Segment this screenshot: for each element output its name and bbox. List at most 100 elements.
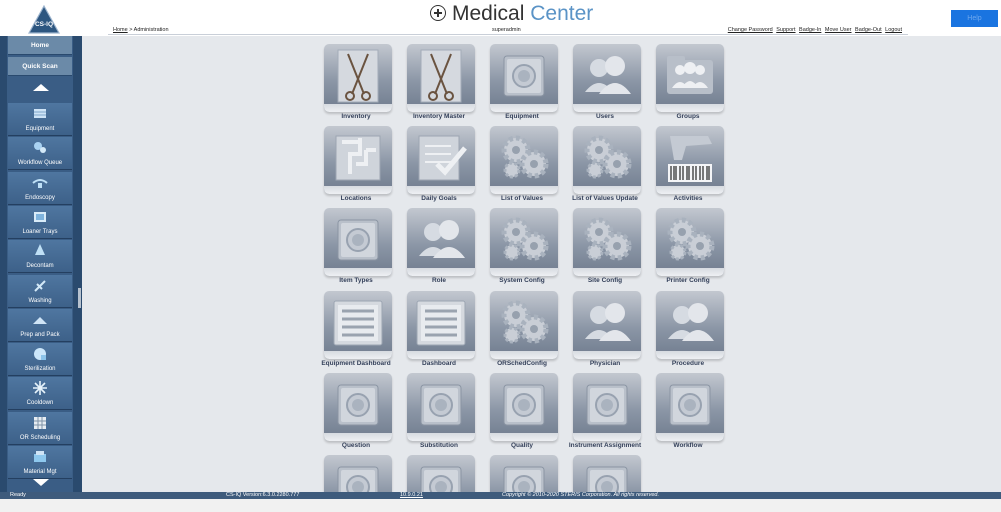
sidebar-item-label: Decontam <box>26 263 54 270</box>
safe-icon <box>586 384 628 426</box>
help-button[interactable]: Help <box>951 10 998 27</box>
tile-label: Printer Config <box>666 277 710 284</box>
tile-icon-box <box>573 208 641 276</box>
sidebar-item-label: Sterilization <box>24 366 56 373</box>
sidebar-item-label: Equipment <box>25 126 55 132</box>
app-title: Medical Center <box>430 2 593 26</box>
decontam-icon <box>35 244 45 256</box>
sidebar-item-cooldown[interactable]: Cooldown <box>8 377 72 411</box>
sidebar-item-material-mgt[interactable]: Material Mgt <box>8 446 72 479</box>
sidebar-item-equipment[interactable]: Equipment <box>8 103 72 136</box>
tile-inventory-master[interactable]: Inventory Master <box>398 44 480 124</box>
tile-groups[interactable]: Groups <box>647 44 729 124</box>
barcode-scanner-icon <box>668 136 712 182</box>
dashboard-icon <box>333 300 383 346</box>
sidebar-item-label: Washing <box>28 297 52 304</box>
or-scheduling-icon <box>34 416 46 429</box>
badge-out-link[interactable]: Badge-Out <box>855 27 882 33</box>
tile-procedure[interactable]: Procedure <box>647 291 729 371</box>
tile-list-of-values-update[interactable]: List of Values Update <box>564 126 646 206</box>
dashboard-icon <box>416 300 466 346</box>
tile-system-config[interactable]: System Config <box>481 208 563 288</box>
tile-role[interactable]: Role <box>398 208 480 288</box>
scroll-down-arrow-icon[interactable] <box>33 479 49 486</box>
tile-list-of-values[interactable]: List of Values <box>481 126 563 206</box>
sidebar-item-workflow-queue[interactable]: Workflow Queue <box>8 137 72 171</box>
support-link[interactable]: Support <box>776 27 795 33</box>
tile-quality[interactable]: Quality <box>481 373 563 453</box>
tile-dashboard[interactable]: Dashboard <box>398 291 480 371</box>
sidebar-item-decontam[interactable]: Decontam <box>8 240 72 274</box>
sidebar-item-prep-and-pack[interactable]: Prep and Pack <box>8 308 72 342</box>
home-button[interactable]: Home <box>8 36 72 55</box>
sterilization-icon <box>34 348 46 361</box>
tile-printer-config[interactable]: Printer Config <box>647 208 729 288</box>
safe-icon <box>503 466 545 492</box>
quick-scan-button[interactable]: Quick Scan <box>8 57 72 76</box>
tile-icon-box <box>656 291 724 359</box>
sidebar-item-or-scheduling[interactable]: OR Scheduling <box>8 411 72 445</box>
tile-inventory[interactable]: Inventory <box>315 44 397 124</box>
tile-daily-goals[interactable]: Daily Goals <box>398 126 480 206</box>
tile-unnamed-27[interactable] <box>481 455 563 492</box>
tile-icon-box <box>324 44 392 112</box>
tile-unnamed-28[interactable] <box>564 455 646 492</box>
tile-icon-box <box>573 455 641 492</box>
tile-users[interactable]: Users <box>564 44 646 124</box>
tile-question[interactable]: Question <box>315 373 397 453</box>
sidebar-item-label: Loaner Trays <box>22 228 58 235</box>
tile-icon-box <box>407 44 475 112</box>
tile-icon-box <box>656 44 724 112</box>
sidebar-item-endoscopy[interactable]: Endoscopy <box>8 171 72 205</box>
change-password-link[interactable]: Change Password <box>728 27 773 33</box>
tile-icon-box <box>490 126 558 194</box>
sidebar-item-label: Endoscopy <box>25 194 55 201</box>
tile-icon-box <box>573 373 641 441</box>
tile-substitution[interactable]: Substitution <box>398 373 480 453</box>
breadcrumb-separator: > <box>129 27 133 33</box>
sidebar-item-label: OR Scheduling <box>19 434 61 441</box>
users-icon <box>419 220 465 258</box>
sidebar-splitter[interactable] <box>78 288 81 308</box>
svg-text:CS-IQ: CS-IQ <box>35 21 53 28</box>
tile-equipment-dashboard[interactable]: Equipment Dashboard <box>315 291 397 371</box>
tile-icon-box <box>324 291 392 359</box>
admin-tile-grid: Inventory Inventory Master Equipment Users G… <box>82 36 1001 492</box>
safe-icon <box>337 219 379 261</box>
safe-icon <box>503 384 545 426</box>
badge-in-link[interactable]: Badge-In <box>799 27 821 33</box>
sidebar: Home Quick Scan Equipment Workflow Queue E… <box>0 36 82 492</box>
gears-icon <box>584 217 632 261</box>
tile-unnamed-25[interactable] <box>315 455 397 492</box>
safe-icon <box>669 384 711 426</box>
instruments-icon <box>420 49 462 103</box>
logout-link[interactable]: Logout <box>885 27 902 33</box>
tile-icon-box <box>407 291 475 359</box>
tile-equipment[interactable]: Equipment <box>481 44 563 124</box>
tile-orschedconfig[interactable]: ORSchedConfig <box>481 291 563 371</box>
tile-item-types[interactable]: Item Types <box>315 208 397 288</box>
sidebar-item-sterilization[interactable]: Sterilization <box>8 343 72 377</box>
scroll-up-arrow-icon[interactable] <box>33 84 49 91</box>
move-user-link[interactable]: Move User <box>825 27 852 33</box>
app-header: CS-IQ Medical Center Help Home > Adminis… <box>0 0 1001 36</box>
tile-workflow[interactable]: Workflow <box>647 373 729 453</box>
tile-activities[interactable]: Activities <box>647 126 729 206</box>
users-icon <box>668 303 714 341</box>
breadcrumb-home-link[interactable]: Home <box>113 27 128 33</box>
tile-site-config[interactable]: Site Config <box>564 208 646 288</box>
tile-locations[interactable]: Locations <box>315 126 397 206</box>
sidebar-item-washing[interactable]: Washing <box>8 274 72 308</box>
tile-unnamed-26[interactable] <box>398 455 480 492</box>
tile-label: Workflow <box>673 442 703 449</box>
sidebar-item-label: Workflow Queue <box>17 160 63 167</box>
sidebar-item-loaner-trays[interactable]: Loaner Trays <box>8 205 72 239</box>
tile-icon-box <box>656 126 724 194</box>
sidebar-item-label: Material Mgt <box>23 469 57 475</box>
footer-strip <box>0 499 1001 512</box>
tile-label: Groups <box>676 113 700 120</box>
tile-instrument-assignment[interactable]: Instrument Assignment <box>564 373 646 453</box>
tile-icon-box <box>324 455 392 492</box>
tile-physician[interactable]: Physician <box>564 291 646 371</box>
ip-address-link[interactable]: 10.9.0.21 <box>400 492 423 498</box>
